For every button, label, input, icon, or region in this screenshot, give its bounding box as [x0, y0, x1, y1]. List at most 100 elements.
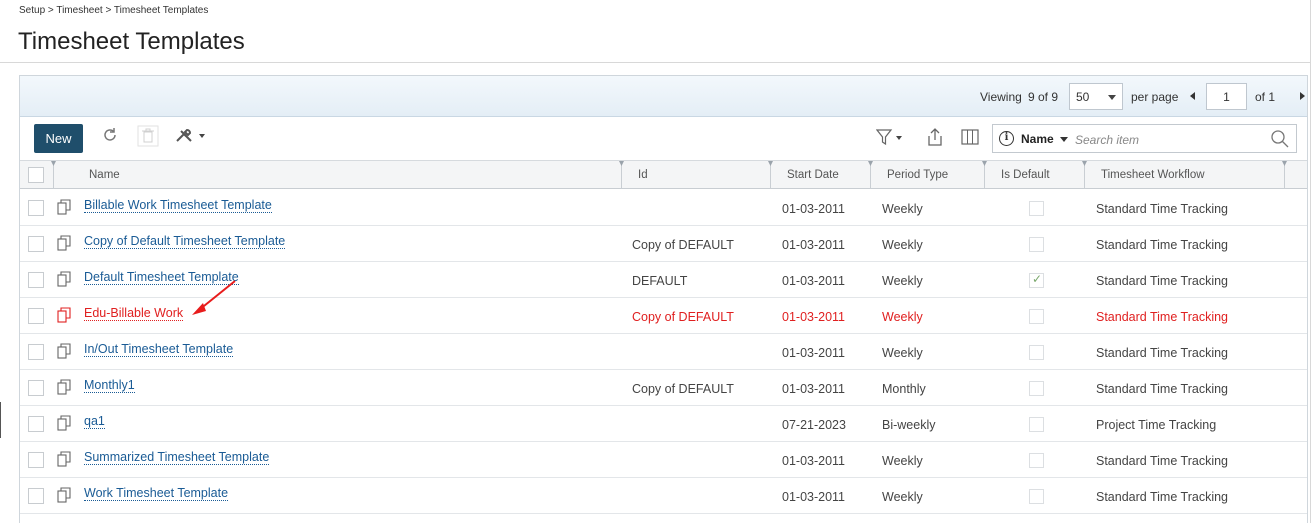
copy-icon[interactable] [57, 451, 71, 472]
next-page-icon[interactable] [1300, 92, 1305, 100]
is-default-checkbox [1029, 417, 1044, 432]
template-id: Copy of DEFAULT [632, 310, 734, 324]
column-header-name[interactable]: Name [89, 169, 120, 181]
table-row[interactable]: Billable Work Timesheet Template 01-03-2… [20, 190, 1307, 226]
template-id: Copy of DEFAULT [632, 238, 734, 252]
row-checkbox[interactable] [28, 236, 44, 252]
template-name-link[interactable]: Billable Work Timesheet Template [84, 198, 272, 213]
column-divider[interactable] [53, 161, 54, 189]
table-row[interactable]: Edu-Billable Work Copy of DEFAULT 01-03-… [20, 298, 1307, 334]
timesheet-workflow: Project Time Tracking [1096, 418, 1217, 432]
timesheet-workflow: Standard Time Tracking [1096, 274, 1229, 288]
right-divider [1310, 0, 1311, 523]
column-divider[interactable] [770, 161, 771, 189]
column-divider[interactable] [1284, 161, 1285, 189]
timesheet-workflow: Standard Time Tracking [1096, 238, 1229, 252]
table-row[interactable]: In/Out Timesheet Template 01-03-2011 Wee… [20, 334, 1307, 370]
copy-icon[interactable] [57, 307, 71, 328]
table-row[interactable]: Default Timesheet Template DEFAULT 01-03… [20, 262, 1307, 298]
template-name-link[interactable]: In/Out Timesheet Template [84, 342, 234, 357]
is-default-checkbox [1029, 453, 1044, 468]
start-date: 01-03-2011 [782, 382, 846, 396]
delete-icon [137, 125, 159, 152]
start-date: 01-03-2011 [782, 202, 846, 216]
filter-icon[interactable] [875, 129, 906, 152]
start-date: 01-03-2011 [782, 238, 846, 252]
breadcrumb[interactable]: Setup > Timesheet > Timesheet Templates [19, 5, 208, 16]
template-name-link[interactable]: Edu-Billable Work [84, 306, 184, 321]
is-default-checkbox [1029, 489, 1044, 504]
select-all-checkbox[interactable] [28, 167, 44, 183]
row-checkbox[interactable] [28, 272, 44, 288]
column-divider[interactable] [1084, 161, 1085, 189]
template-name-link[interactable]: qa1 [84, 414, 105, 429]
template-name-link[interactable]: Copy of Default Timesheet Template [84, 234, 286, 249]
start-date: 01-03-2011 [782, 310, 846, 324]
column-divider[interactable] [621, 161, 622, 189]
page-title: Timesheet Templates [18, 28, 245, 55]
template-name-link[interactable]: Work Timesheet Template [84, 486, 229, 501]
viewing-label: Viewing [980, 90, 1022, 104]
column-header-is-default[interactable]: Is Default [1001, 169, 1050, 181]
column-header-start-date[interactable]: Start Date [787, 169, 839, 181]
search-icon[interactable] [1270, 129, 1290, 154]
row-checkbox[interactable] [28, 416, 44, 432]
is-default-checkbox [1029, 381, 1044, 396]
template-name-link[interactable]: Default Timesheet Template [84, 270, 239, 285]
row-checkbox[interactable] [28, 488, 44, 504]
template-name-link[interactable]: Summarized Timesheet Template [84, 450, 270, 465]
table-header: Name Id Start Date Period Type Is Defaul… [20, 160, 1307, 189]
column-divider[interactable] [870, 161, 871, 189]
start-date: 01-03-2011 [782, 454, 846, 468]
search-box[interactable]: i Name Search item [992, 124, 1297, 153]
page-number-input[interactable]: 1 [1206, 83, 1247, 110]
columns-icon[interactable] [960, 128, 980, 151]
left-edge-mark [0, 402, 1, 438]
tools-icon[interactable] [175, 128, 209, 149]
row-checkbox[interactable] [28, 200, 44, 216]
copy-icon[interactable] [57, 235, 71, 256]
timesheet-workflow: Standard Time Tracking [1096, 346, 1229, 360]
copy-icon[interactable] [57, 199, 71, 220]
timesheet-workflow: Standard Time Tracking [1096, 382, 1229, 396]
viewing-count: 9 of 9 [1028, 90, 1059, 104]
row-checkbox[interactable] [28, 344, 44, 360]
row-checkbox[interactable] [28, 380, 44, 396]
copy-icon[interactable] [57, 343, 71, 364]
search-field-select[interactable]: Name [1021, 132, 1054, 146]
info-icon: i [999, 131, 1014, 146]
column-divider[interactable] [984, 161, 985, 189]
column-header-id[interactable]: Id [638, 169, 648, 181]
per-page-label: per page [1131, 90, 1179, 104]
is-default-checkbox [1029, 345, 1044, 360]
table-row[interactable]: Work Timesheet Template 01-03-2011 Weekl… [20, 478, 1307, 514]
search-input[interactable]: Search item [1075, 133, 1139, 147]
prev-page-icon[interactable] [1190, 92, 1195, 100]
pager-bar: Viewing 9 of 9 50 per page 1 of 1 [20, 76, 1307, 117]
template-name-link[interactable]: Monthly1 [84, 378, 135, 393]
column-header-workflow[interactable]: Timesheet Workflow [1101, 169, 1205, 181]
copy-icon[interactable] [57, 379, 71, 400]
new-button[interactable]: New [34, 124, 83, 153]
chevron-down-icon [1060, 137, 1068, 142]
row-checkbox[interactable] [28, 308, 44, 324]
copy-icon[interactable] [57, 415, 71, 436]
period-type: Weekly [882, 310, 923, 324]
table-row[interactable]: Copy of Default Timesheet Template Copy … [20, 226, 1307, 262]
export-icon[interactable] [925, 127, 945, 152]
is-default-checkbox: ✓ [1029, 272, 1044, 288]
page-total: of 1 [1255, 90, 1276, 104]
timesheet-workflow: Standard Time Tracking [1096, 490, 1229, 504]
refresh-icon[interactable] [101, 126, 119, 149]
is-default-checkbox [1029, 309, 1044, 324]
grid-panel: Viewing 9 of 9 50 per page 1 of 1 New i … [19, 75, 1308, 523]
column-header-period-type[interactable]: Period Type [887, 169, 948, 181]
row-checkbox[interactable] [28, 452, 44, 468]
copy-icon[interactable] [57, 487, 71, 508]
per-page-select[interactable]: 50 [1069, 83, 1123, 110]
copy-icon[interactable] [57, 271, 71, 292]
timesheet-workflow: Standard Time Tracking [1096, 202, 1229, 216]
table-row[interactable]: Monthly1 Copy of DEFAULT 01-03-2011 Mont… [20, 370, 1307, 406]
table-row[interactable]: Summarized Timesheet Template 01-03-2011… [20, 442, 1307, 478]
table-row[interactable]: qa1 07-21-2023 Bi-weekly Project Time Tr… [20, 406, 1307, 442]
